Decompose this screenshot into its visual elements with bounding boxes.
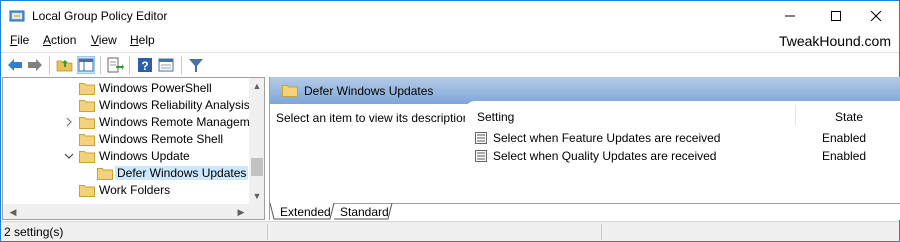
tree-item-label: Windows PowerShell	[99, 81, 212, 95]
menu-view-label: iew	[98, 33, 117, 47]
tree-horizontal-scrollbar[interactable]: ◀ ▶	[3, 204, 264, 219]
menu-view[interactable]: View	[91, 33, 117, 47]
policy-setting-icon	[475, 132, 487, 144]
window-title: Local Group Policy Editor	[32, 9, 168, 23]
title-bar[interactable]: Local Group Policy Editor	[1, 1, 899, 31]
tree-item-selected[interactable]: Defer Windows Updates	[3, 165, 249, 182]
policy-state: Enabled	[822, 149, 867, 163]
tree-vertical-scrollbar[interactable]: ▲ ▼	[249, 78, 264, 204]
list-item[interactable]: Select when Quality Updates are received…	[475, 147, 895, 165]
details-pane: Defer Windows Updates Select an item to …	[269, 77, 900, 220]
app-window: Local Group Policy Editor File Action Vi…	[0, 0, 900, 242]
scroll-right-icon[interactable]: ▶	[233, 204, 249, 219]
folder-open-icon	[79, 150, 95, 163]
scroll-down-icon[interactable]: ▼	[249, 188, 264, 204]
status-divider	[601, 224, 602, 240]
export-list-icon[interactable]	[106, 56, 124, 74]
up-folder-icon[interactable]	[56, 56, 74, 74]
status-text: 2 setting(s)	[4, 225, 64, 239]
column-header-setting[interactable]: Setting	[477, 110, 514, 124]
chevron-right-icon[interactable]	[63, 115, 75, 129]
status-divider	[267, 224, 268, 240]
policy-state: Enabled	[822, 131, 867, 145]
console-tree[interactable]: Windows PowerShell Windows Reliability A…	[2, 77, 265, 220]
details-header-title: Defer Windows Updates	[304, 84, 434, 98]
settings-list[interactable]: Setting State Select when Feature Update…	[465, 101, 900, 205]
show-hide-console-tree-icon[interactable]	[77, 56, 95, 74]
minimize-button[interactable]	[767, 1, 813, 31]
forward-arrow-icon[interactable]	[26, 56, 44, 74]
tree-item[interactable]: Windows Update	[3, 148, 248, 165]
filter-icon[interactable]	[187, 56, 205, 74]
group-policy-app-icon	[9, 8, 25, 24]
tab-standard[interactable]: Standard	[340, 204, 389, 220]
folder-icon	[79, 133, 95, 146]
policy-name: Select when Quality Updates are received	[493, 149, 717, 163]
menu-action[interactable]: Action	[43, 33, 76, 47]
folder-icon	[79, 116, 95, 129]
toolbar: ?	[1, 52, 899, 76]
folder-icon	[79, 82, 95, 95]
close-button[interactable]	[853, 1, 899, 31]
properties-icon[interactable]	[157, 56, 175, 74]
menu-help-label: elp	[138, 33, 155, 47]
menu-help[interactable]: Help	[130, 33, 155, 47]
folder-icon	[79, 184, 95, 197]
tree-item[interactable]: Work Folders	[3, 182, 248, 199]
status-bar: 2 setting(s)	[1, 221, 899, 241]
menu-action-access-key: A	[43, 33, 52, 47]
menu-view-access-key: V	[91, 33, 99, 47]
scroll-left-icon[interactable]: ◀	[5, 204, 21, 219]
tree-item-label: Defer Windows Updates	[115, 166, 249, 180]
menu-file-label: ile	[17, 33, 30, 47]
menu-file[interactable]: File	[10, 33, 29, 47]
policy-name: Select when Feature Updates are received	[493, 131, 721, 145]
folder-icon	[97, 167, 113, 180]
menu-action-label: ction	[51, 33, 77, 47]
tree-item[interactable]: Windows PowerShell	[3, 80, 248, 97]
tree-item[interactable]: Windows Remote Managemer	[3, 114, 260, 131]
toolbar-separator	[100, 56, 101, 74]
tree-item-label: Windows Reliability Analysis	[99, 98, 250, 112]
tab-extended[interactable]: Extended	[280, 204, 331, 220]
policy-setting-icon	[475, 150, 487, 162]
toolbar-separator	[181, 56, 182, 74]
toolbar-separator	[49, 56, 50, 74]
brand-watermark: TweakHound.com	[778, 33, 891, 49]
help-icon[interactable]: ?	[136, 56, 154, 74]
tree-item[interactable]: Windows Reliability Analysis	[3, 97, 250, 114]
svg-text:?: ?	[141, 59, 148, 73]
list-item[interactable]: Select when Feature Updates are received…	[475, 129, 895, 147]
details-header: Defer Windows Updates	[270, 77, 900, 104]
chevron-down-icon[interactable]	[63, 149, 75, 163]
tree-item-label: Windows Update	[99, 149, 190, 163]
description-text: Select an item to view its description.	[276, 111, 473, 125]
menu-bar: File Action View Help TweakHound.com	[1, 31, 899, 51]
folder-icon	[282, 84, 298, 97]
view-tabs: Extended Standard	[270, 203, 900, 220]
menu-help-access-key: H	[130, 33, 139, 47]
folder-icon	[79, 99, 95, 112]
tree-item-label: Windows Remote Managemer	[99, 115, 261, 129]
tree-item-label: Work Folders	[99, 183, 171, 197]
toolbar-separator	[129, 56, 130, 74]
back-arrow-icon[interactable]	[6, 56, 24, 74]
tree-item[interactable]: Windows Remote Shell	[3, 131, 248, 148]
column-header-state[interactable]: State	[835, 110, 863, 124]
column-divider[interactable]	[795, 105, 796, 125]
scroll-up-icon[interactable]: ▲	[249, 78, 264, 94]
scroll-thumb[interactable]	[251, 158, 263, 176]
tree-item-label: Windows Remote Shell	[99, 132, 224, 146]
